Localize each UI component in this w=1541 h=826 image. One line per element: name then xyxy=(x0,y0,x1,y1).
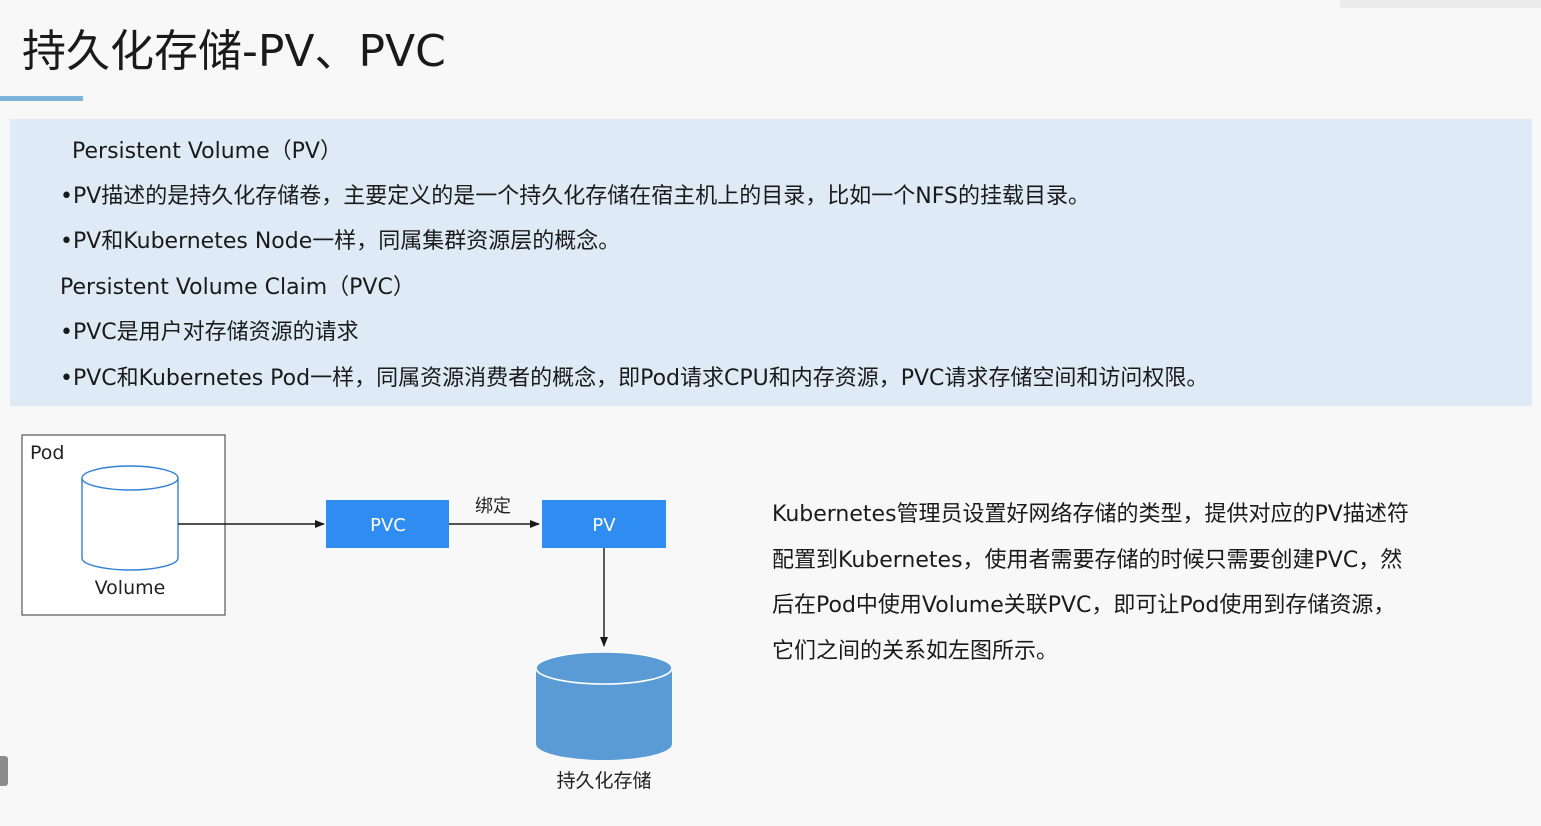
description-line: 它们之间的关系如左图所示。 xyxy=(772,638,1059,664)
title-underline xyxy=(0,96,83,101)
pv-bullet-2: •PV和Kubernetes Node一样，同属集群资源层的概念。 xyxy=(60,229,621,254)
pv-label: PV xyxy=(592,515,616,536)
pvc-label: PVC xyxy=(370,515,406,536)
bind-label: 绑定 xyxy=(475,496,511,517)
side-scroll-handle[interactable] xyxy=(0,756,8,786)
pvc-bullet-1: •PVC是用户对存储资源的请求 xyxy=(60,320,359,345)
volume-cylinder xyxy=(81,465,179,571)
volume-label: Volume xyxy=(95,577,166,599)
top-strip xyxy=(1340,0,1541,8)
pv-bullet-1: •PV描述的是持久化存储卷，主要定义的是一个持久化存储在宿主机上的目录，比如一个… xyxy=(60,184,1090,209)
pod-pvc-pv-diagram: Pod Volume PVC 绑定 PV 持久化存储 xyxy=(0,420,760,820)
pvc-heading: Persistent Volume Claim（PVC） xyxy=(60,275,415,300)
slide-title: 持久化存储-PV、PVC xyxy=(22,26,446,77)
storage-label: 持久化存储 xyxy=(556,770,651,792)
pvc-bullet-2: •PVC和Kubernetes Pod一样，同属资源消费者的概念，即Pod请求C… xyxy=(60,366,1209,391)
description-line: 配置到Kubernetes，使用者需要存储的时候只需要创建PVC，然 xyxy=(772,547,1403,573)
pod-label: Pod xyxy=(30,442,64,464)
description-line: 后在Pod中使用Volume关联PVC，即可让Pod使用到存储资源， xyxy=(772,593,1396,618)
pv-heading: Persistent Volume（PV） xyxy=(72,139,342,164)
description-line: Kubernetes管理员设置好网络存储的类型，提供对应的PV描述符 xyxy=(772,502,1409,527)
info-box: Persistent Volume（PV） •PV描述的是持久化存储卷，主要定义… xyxy=(10,119,1532,406)
storage-cylinder xyxy=(535,651,673,760)
description: Kubernetes管理员设置好网络存储的类型，提供对应的PV描述符 配置到Ku… xyxy=(772,492,1512,674)
